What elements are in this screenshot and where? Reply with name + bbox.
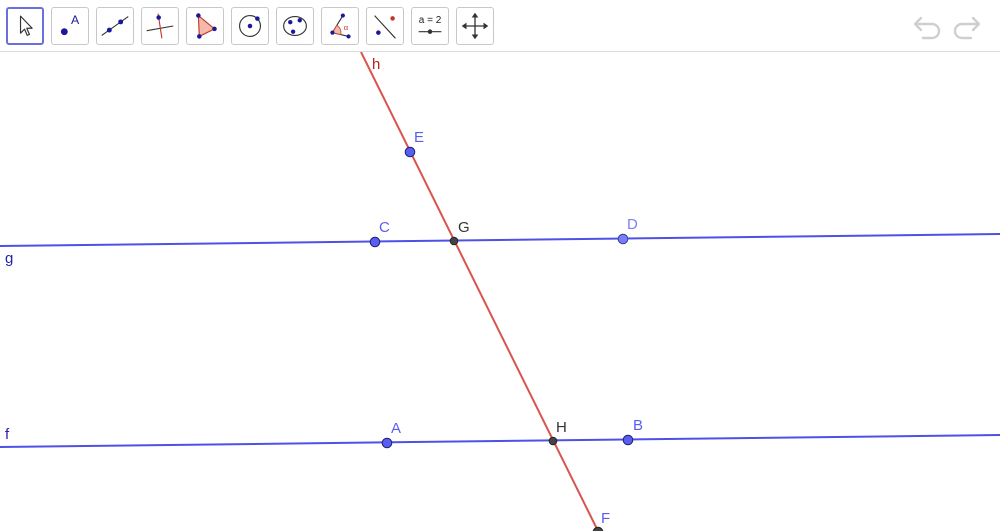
point-C-label: C [379, 219, 390, 236]
point-A[interactable] [381, 437, 393, 449]
line-h-label: h [372, 56, 380, 73]
point-G[interactable] [449, 236, 459, 246]
perpendicular-line-icon [146, 13, 174, 39]
move-tool-button[interactable] [6, 7, 44, 45]
ellipse-three-points-icon [283, 15, 307, 37]
slider-icon [418, 29, 442, 34]
circle-tool-button[interactable] [231, 7, 269, 45]
angle-tool-button[interactable]: α [321, 7, 359, 45]
point-H-label: H [556, 419, 567, 436]
point-tool-button[interactable]: A [51, 7, 89, 45]
point-G-label: G [458, 219, 470, 236]
line-g-label: g [5, 250, 13, 267]
undo-button[interactable] [912, 13, 944, 41]
point-E[interactable] [404, 146, 416, 158]
point-H[interactable] [548, 436, 558, 446]
point-D[interactable] [617, 233, 629, 245]
angle-icon: α [330, 13, 351, 39]
line-f[interactable] [0, 434, 1000, 448]
line-h[interactable] [360, 52, 599, 531]
move-arrows-icon [461, 12, 489, 40]
svg-text:α: α [344, 23, 349, 32]
redo-button[interactable] [950, 13, 982, 41]
geometry-canvas[interactable]: g f h E C G D A H B F [0, 52, 1000, 531]
polygon-tool-button[interactable] [186, 7, 224, 45]
point-a-icon: A [60, 13, 80, 36]
polygon-triangle-icon [196, 13, 217, 39]
point-B-label: B [633, 417, 643, 434]
point-A-label: A [391, 420, 401, 437]
point-C[interactable] [369, 236, 381, 248]
line-g[interactable] [0, 233, 1000, 247]
circle-center-point-icon [239, 15, 261, 37]
perpendicular-line-tool-button[interactable] [141, 7, 179, 45]
point-F-label: F [601, 510, 610, 527]
line-f-label: f [5, 426, 10, 443]
line-tool-button[interactable] [96, 7, 134, 45]
reflect-about-line-icon [374, 15, 396, 39]
point-B[interactable] [622, 434, 634, 446]
cursor-arrow-icon [19, 15, 33, 36]
point-tool-label: A [71, 13, 80, 27]
line-through-two-points-icon [101, 16, 129, 36]
reflect-tool-button[interactable] [366, 7, 404, 45]
point-E-label: E [414, 129, 424, 146]
graphics-view[interactable]: g f h E C G D A H B F [0, 52, 1000, 531]
move-graphics-view-tool-button[interactable] [456, 7, 494, 45]
conic-tool-button[interactable] [276, 7, 314, 45]
point-D-label: D [627, 216, 638, 233]
point-F[interactable] [592, 526, 604, 531]
toolbar: A α a = 2 [0, 0, 1000, 52]
redo-icon [953, 16, 981, 40]
undo-icon [913, 16, 941, 40]
slider-tool-button[interactable]: a = 2 [411, 7, 449, 45]
